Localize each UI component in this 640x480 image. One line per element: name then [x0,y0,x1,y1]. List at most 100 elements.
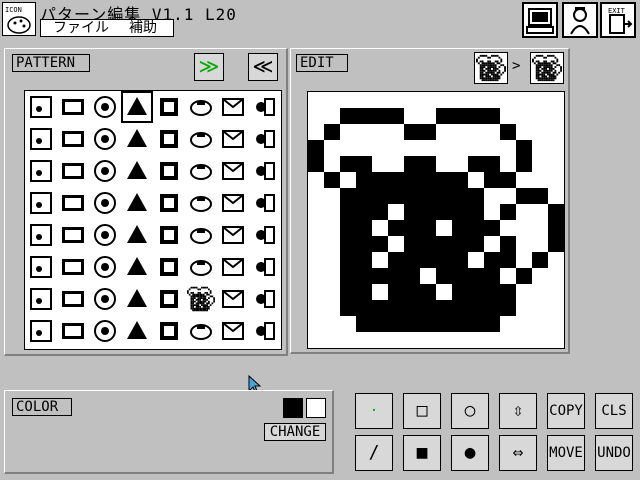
pattern-cell[interactable] [91,125,119,153]
color-swatch-white[interactable] [306,398,326,418]
pattern-cell[interactable] [251,157,279,185]
pattern-cell[interactable] [251,189,279,217]
menu-help[interactable]: 補助 [129,20,157,36]
pattern-cell[interactable] [123,221,151,249]
pattern-cell[interactable] [155,253,183,281]
pattern-cell[interactable] [251,285,279,313]
pattern-cell[interactable] [187,189,215,217]
flip-vertical-button[interactable]: ⇳ [499,393,537,429]
app-icon[interactable]: ICON [2,2,36,36]
pattern-cell[interactable] [251,221,279,249]
pattern-cell[interactable] [91,221,119,249]
folder-icon [190,324,212,340]
pattern-prev-button[interactable]: ≪ [248,53,278,81]
pattern-cell[interactable] [27,221,55,249]
pattern-cell[interactable] [187,253,215,281]
pattern-cell[interactable] [27,93,55,121]
dot-tool-button[interactable]: · [355,393,393,429]
pattern-cell[interactable] [91,317,119,345]
user-button[interactable] [562,2,598,38]
pattern-cell[interactable] [155,317,183,345]
pattern-cell[interactable] [187,157,215,185]
pattern-cell[interactable] [155,125,183,153]
change-color-button[interactable]: CHANGE [264,423,326,441]
pattern-cell[interactable] [155,157,183,185]
pattern-cell[interactable] [219,125,247,153]
pattern-cell[interactable] [27,125,55,153]
color-swatch-black[interactable] [283,398,303,418]
hamburger-icon [94,320,116,342]
pattern-cell[interactable] [123,317,151,345]
pattern-cell[interactable] [91,285,119,313]
film-doc-icon [222,194,244,212]
pattern-cell[interactable] [27,157,55,185]
pattern-cell[interactable] [155,93,183,121]
pattern-cell[interactable] [219,317,247,345]
computer-button[interactable] [522,2,558,38]
pattern-cell[interactable] [155,189,183,217]
pattern-cell[interactable] [251,317,279,345]
user-icon [570,7,590,35]
pattern-cell[interactable] [155,221,183,249]
book-icon [160,98,178,116]
pattern-cell[interactable] [123,253,151,281]
rect-outline-button[interactable]: □ [403,393,441,429]
pattern-cell[interactable] [123,285,151,313]
pattern-cell[interactable] [59,189,87,217]
palette-icon: ICON [5,6,31,34]
clock-icon [190,196,212,212]
pattern-cell[interactable] [91,93,119,121]
menu-file[interactable]: ファイル [53,20,109,36]
pattern-cell[interactable] [219,221,247,249]
pattern-cell[interactable] [59,221,87,249]
pattern-cell[interactable] [155,285,183,313]
ribbon-icon [256,226,275,244]
pattern-cell[interactable] [219,157,247,185]
pattern-cell[interactable] [187,317,215,345]
rect-filled-button[interactable]: ■ [403,435,441,471]
pattern-cell[interactable] [123,125,151,153]
heart-bear-icon [30,288,52,310]
pattern-next-button[interactable]: ≫ [194,53,224,81]
copy-button[interactable]: COPY [547,393,585,429]
pattern-cell[interactable] [27,285,55,313]
pattern-cell[interactable] [123,157,151,185]
pattern-cell[interactable] [219,253,247,281]
cls-button[interactable]: CLS [595,393,633,429]
pattern-cell[interactable] [27,317,55,345]
flip-horizontal-button[interactable]: ⇔ [499,435,537,471]
cake-tea-icon [30,128,52,150]
pattern-cell[interactable] [91,253,119,281]
pattern-cell[interactable] [187,125,215,153]
pattern-cell[interactable] [59,317,87,345]
pattern-cell[interactable] [121,91,153,123]
pattern-cell[interactable] [91,189,119,217]
pattern-cell[interactable] [219,285,247,313]
pattern-cell[interactable] [187,285,215,313]
move-button[interactable]: MOVE [547,435,585,471]
pattern-cell[interactable] [187,93,215,121]
circle-outline-button[interactable]: ○ [451,393,489,429]
floppy-disk-2-icon [256,322,275,340]
pattern-cell[interactable] [251,125,279,153]
pattern-cell[interactable] [91,157,119,185]
pattern-cell[interactable] [251,253,279,281]
pattern-cell[interactable] [59,285,87,313]
undo-button[interactable]: UNDO [595,435,633,471]
pattern-cell[interactable] [251,93,279,121]
pattern-cell[interactable] [219,189,247,217]
pattern-cell[interactable] [27,189,55,217]
sailboat-icon [127,225,147,243]
pattern-cell[interactable] [59,125,87,153]
line-tool-button[interactable]: / [355,435,393,471]
pattern-cell[interactable] [27,253,55,281]
pattern-cell[interactable] [59,157,87,185]
pattern-cell[interactable] [59,93,87,121]
pattern-cell[interactable] [219,93,247,121]
pattern-cell[interactable] [59,253,87,281]
edit-canvas[interactable] [307,91,565,349]
circle-filled-button[interactable]: ● [451,435,489,471]
exit-button[interactable]: EXIT [600,2,636,38]
pattern-cell[interactable] [187,221,215,249]
pattern-cell[interactable] [123,189,151,217]
